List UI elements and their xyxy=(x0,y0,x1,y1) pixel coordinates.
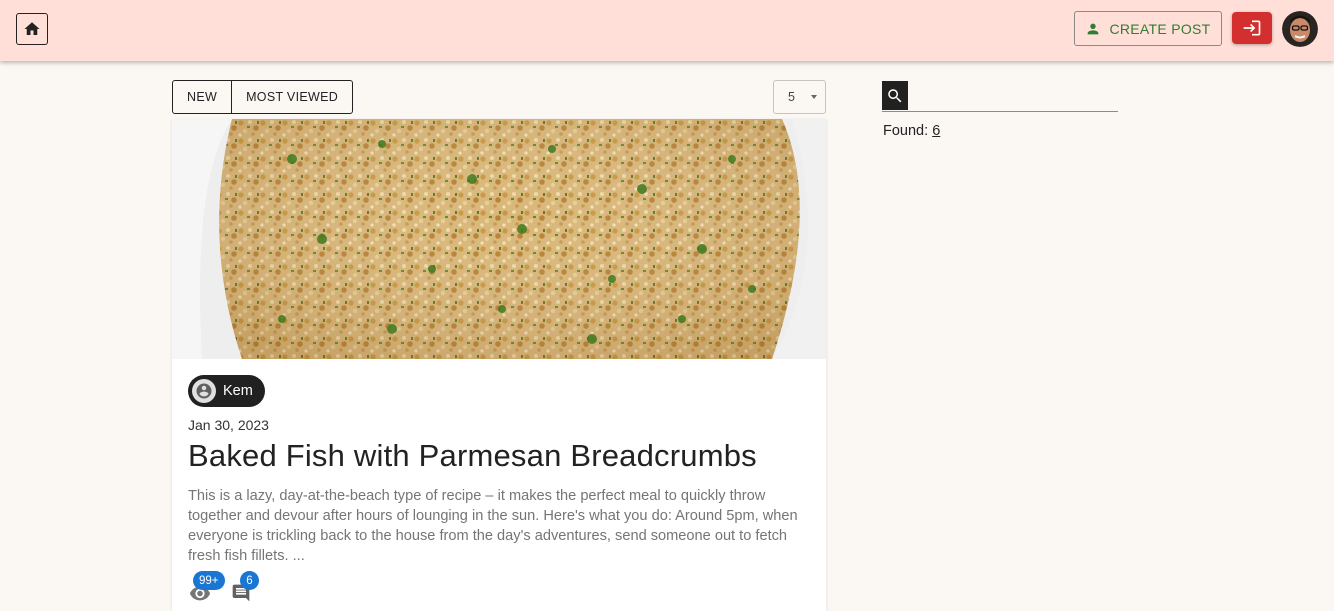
post-title[interactable]: Baked Fish with Parmesan Breadcrumbs xyxy=(188,438,757,474)
found-label: Found: xyxy=(883,123,929,139)
search-field xyxy=(882,81,1118,112)
search-results-count: Found: 6 xyxy=(883,123,940,139)
account-circle-icon xyxy=(192,379,216,403)
page-size-select[interactable]: 5 xyxy=(773,80,826,114)
views-badge: 99+ xyxy=(193,571,225,590)
author-chip[interactable]: Kem xyxy=(188,375,265,407)
post-date: Jan 30, 2023 xyxy=(188,417,269,433)
home-icon xyxy=(24,22,40,35)
home-button[interactable] xyxy=(16,13,48,45)
user-avatar[interactable] xyxy=(1282,11,1318,47)
create-post-button[interactable]: CREATE POST xyxy=(1074,11,1222,46)
author-name: Kem xyxy=(223,383,253,399)
app-bar: CREATE POST xyxy=(0,0,1334,61)
search-button[interactable] xyxy=(882,81,908,110)
found-count[interactable]: 6 xyxy=(932,123,940,139)
login-button[interactable] xyxy=(1232,12,1272,44)
sort-new-button[interactable]: NEW xyxy=(173,81,231,113)
post-image[interactable] xyxy=(172,119,826,359)
dropdown-caret-icon xyxy=(810,95,817,99)
search-input[interactable] xyxy=(912,83,1116,109)
page-size-value: 5 xyxy=(788,90,795,104)
login-icon xyxy=(1243,20,1261,36)
search-icon xyxy=(888,88,902,102)
create-post-label: CREATE POST xyxy=(1109,20,1211,37)
post-excerpt: This is a lazy, day-at-the-beach type of… xyxy=(188,488,798,564)
post-card[interactable]: Kem Jan 30, 2023 Baked Fish with Parmesa… xyxy=(172,119,826,611)
comments-badge: 6 xyxy=(240,571,259,590)
sort-most-viewed-button[interactable]: MOST VIEWED xyxy=(231,81,352,113)
sort-toggle-group: NEW MOST VIEWED xyxy=(172,80,354,114)
person-icon xyxy=(1088,23,1099,34)
avatar-image xyxy=(1282,11,1318,47)
